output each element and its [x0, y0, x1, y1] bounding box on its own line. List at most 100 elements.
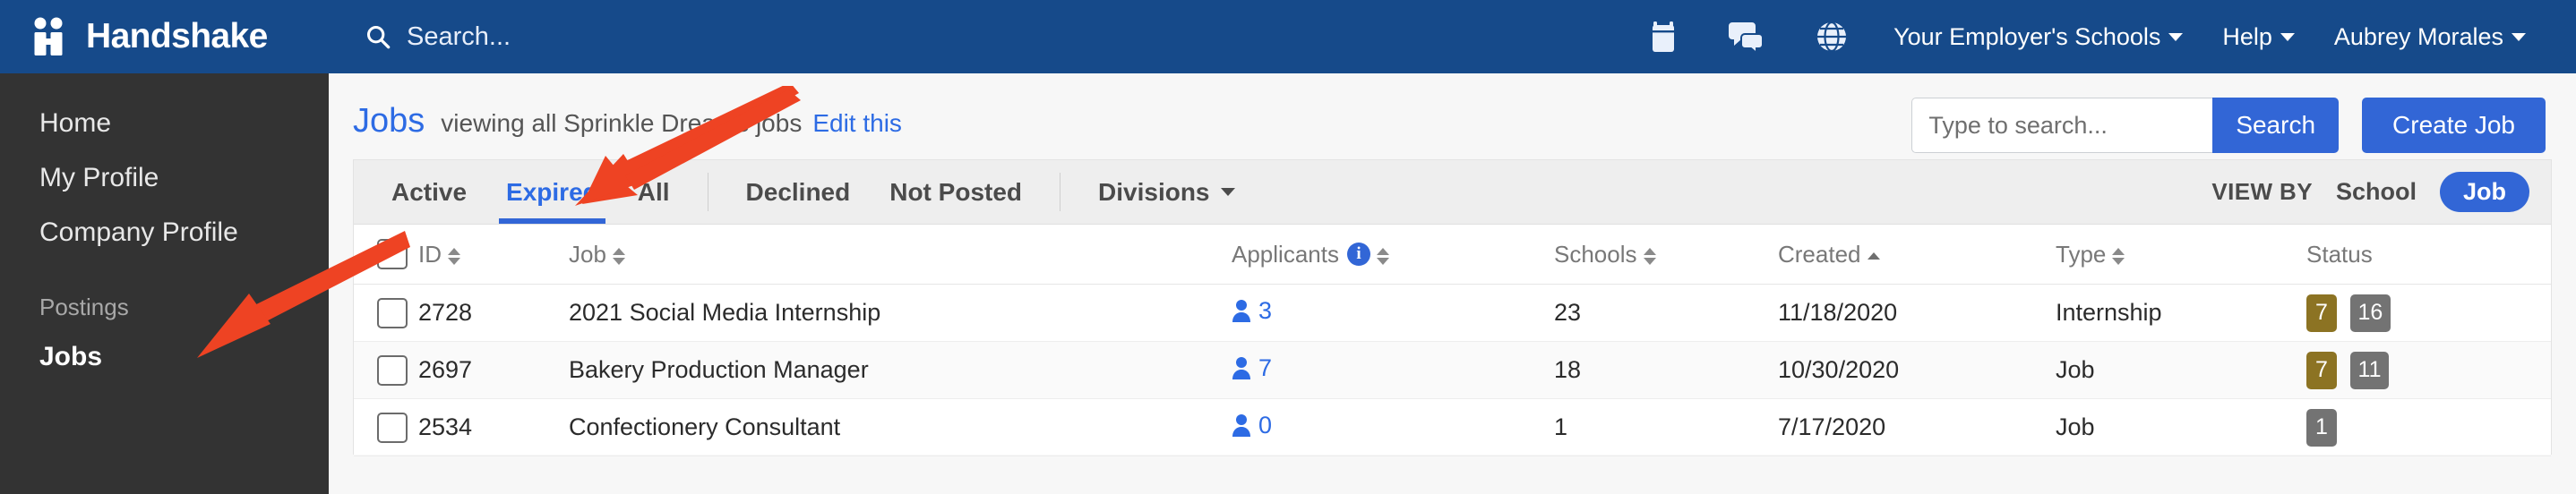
- page-header: Jobs viewing all Sprinkle Dreams jobs Ed…: [329, 73, 2576, 159]
- row-checkbox[interactable]: [377, 297, 408, 328]
- tab-declined[interactable]: Declined: [726, 160, 871, 224]
- cell-type: Job: [2056, 341, 2306, 399]
- tab-divisions[interactable]: Divisions: [1078, 160, 1254, 224]
- cell-type: Internship: [2056, 284, 2306, 342]
- page-title: Jobs: [353, 102, 425, 140]
- cell-schools: 23: [1554, 284, 1778, 342]
- main-content: Jobs viewing all Sprinkle Dreams jobs Ed…: [329, 73, 2576, 494]
- chevron-down-icon: [1220, 188, 1235, 196]
- col-select-all: [354, 225, 418, 285]
- nav-link-your-employers-schools[interactable]: Your Employer's Schools: [1874, 23, 2202, 51]
- table-row[interactable]: 2728 2021 Social Media Internship 3 23 1…: [354, 284, 2551, 342]
- header-actions: Search Create Job: [1911, 98, 2576, 153]
- applicants-link[interactable]: 3: [1232, 297, 1272, 325]
- chat-icon[interactable]: [1704, 20, 1790, 54]
- row-select-cell: [354, 341, 418, 399]
- row-checkbox[interactable]: [377, 354, 408, 386]
- sidebar: Home My Profile Company Profile Postings…: [0, 73, 329, 494]
- sidebar-item-company-profile[interactable]: Company Profile: [0, 206, 329, 260]
- col-created-label: Created: [1778, 240, 1861, 268]
- col-applicants-label: Applicants: [1232, 240, 1339, 268]
- col-applicants: Applicants i: [1232, 225, 1554, 285]
- status-badge[interactable]: 7: [2306, 294, 2337, 332]
- brand-logo-link[interactable]: Handshake: [32, 17, 310, 56]
- cell-job-title[interactable]: Confectionery Consultant: [569, 398, 1232, 456]
- sort-by-job[interactable]: Job: [569, 241, 625, 268]
- sidebar-item-home[interactable]: Home: [0, 97, 329, 151]
- col-type-label: Type: [2056, 240, 2107, 268]
- cell-applicants: 7: [1232, 341, 1554, 399]
- globe-glyph: [1817, 21, 1847, 53]
- tab-active[interactable]: Active: [372, 160, 486, 224]
- edit-this-link[interactable]: Edit this: [812, 109, 902, 138]
- sort-by-id[interactable]: ID: [418, 241, 460, 268]
- cell-created: 7/17/2020: [1778, 398, 2056, 456]
- search-icon: [366, 25, 391, 49]
- col-id: ID: [418, 225, 569, 285]
- table-row[interactable]: 2697 Bakery Production Manager 7 18 10/3…: [354, 341, 2551, 399]
- applicants-link[interactable]: 0: [1232, 412, 1272, 439]
- applicants-link[interactable]: 7: [1232, 354, 1272, 382]
- sidebar-section-postings: Postings: [39, 294, 129, 321]
- view-by-school[interactable]: School: [2336, 178, 2417, 206]
- col-status: Status: [2306, 225, 2551, 285]
- col-job-label: Job: [569, 240, 606, 268]
- status-badge[interactable]: 1: [2306, 408, 2337, 447]
- sort-by-schools[interactable]: Schools: [1554, 241, 1656, 268]
- tab-not-posted[interactable]: Not Posted: [870, 160, 1042, 224]
- search-button[interactable]: Search: [2212, 98, 2340, 153]
- jobs-tabbar: Active Expired All Declined Not Posted D…: [354, 160, 2551, 225]
- cell-status: 1: [2306, 398, 2551, 456]
- nav-link-help[interactable]: Help: [2202, 23, 2314, 51]
- cell-job-title[interactable]: 2021 Social Media Internship: [569, 284, 1232, 342]
- cell-created: 11/18/2020: [1778, 284, 2056, 342]
- cell-applicants: 3: [1232, 284, 1554, 342]
- row-checkbox[interactable]: [377, 412, 408, 443]
- page-subtitle: viewing all Sprinkle Dreams jobs: [441, 109, 803, 137]
- sort-arrows-icon: [448, 247, 460, 265]
- status-badge[interactable]: 7: [2306, 351, 2337, 389]
- search-input[interactable]: [1911, 98, 2213, 153]
- global-search-placeholder: Search...: [407, 21, 511, 51]
- info-icon[interactable]: i: [1346, 243, 1370, 266]
- global-search-input[interactable]: Search...: [365, 22, 511, 52]
- calendar-glyph: [1653, 21, 1675, 52]
- applicants-count: 0: [1258, 411, 1273, 439]
- top-navigation-bar: Handshake Search... Your Employer's Scho…: [0, 0, 2576, 73]
- cell-id: 2697: [418, 341, 569, 399]
- tab-expired[interactable]: Expired: [486, 160, 618, 224]
- table-row[interactable]: 2534 Confectionery Consultant 0 1 7/17/2…: [354, 398, 2551, 456]
- sort-ascending-icon: [1867, 252, 1880, 260]
- sort-arrows-icon: [1376, 247, 1389, 265]
- cell-created: 10/30/2020: [1778, 341, 2056, 399]
- globe-icon[interactable]: [1790, 20, 1874, 54]
- calendar-icon[interactable]: [1623, 20, 1704, 54]
- tab-all[interactable]: All: [618, 160, 690, 224]
- view-by-job[interactable]: Job: [2439, 172, 2529, 212]
- cell-schools: 18: [1554, 341, 1778, 399]
- status-badge[interactable]: 11: [2349, 351, 2390, 389]
- chevron-down-icon: [2280, 32, 2295, 41]
- col-schools: Schools: [1554, 225, 1778, 285]
- sidebar-item-jobs[interactable]: Jobs: [0, 330, 329, 385]
- status-badge[interactable]: 16: [2349, 294, 2391, 332]
- col-job: Job: [569, 225, 1232, 285]
- sort-by-applicants[interactable]: Applicants i: [1232, 241, 1389, 268]
- sidebar-item-my-profile[interactable]: My Profile: [0, 151, 329, 206]
- sort-arrows-icon: [1643, 247, 1656, 265]
- job-search-group: Search: [1911, 98, 2340, 153]
- jobs-table-body: 2728 2021 Social Media Internship 3 23 1…: [354, 284, 2551, 456]
- nav-link-user-menu[interactable]: Aubrey Morales: [2314, 23, 2546, 51]
- sort-by-created[interactable]: Created: [1778, 241, 1880, 268]
- col-type: Type: [2056, 225, 2306, 285]
- applicants-count: 3: [1258, 296, 1273, 324]
- jobs-table: ID Job Applicants i Schools Created Type…: [354, 225, 2551, 456]
- sort-by-type[interactable]: Type: [2056, 241, 2125, 268]
- sort-arrows-icon: [2112, 247, 2125, 265]
- col-id-label: ID: [418, 240, 442, 268]
- cell-id: 2534: [418, 398, 569, 456]
- select-all-checkbox[interactable]: [377, 239, 408, 269]
- cell-job-title[interactable]: Bakery Production Manager: [569, 341, 1232, 399]
- create-job-button[interactable]: Create Job: [2362, 98, 2546, 153]
- person-icon: [1232, 300, 1250, 323]
